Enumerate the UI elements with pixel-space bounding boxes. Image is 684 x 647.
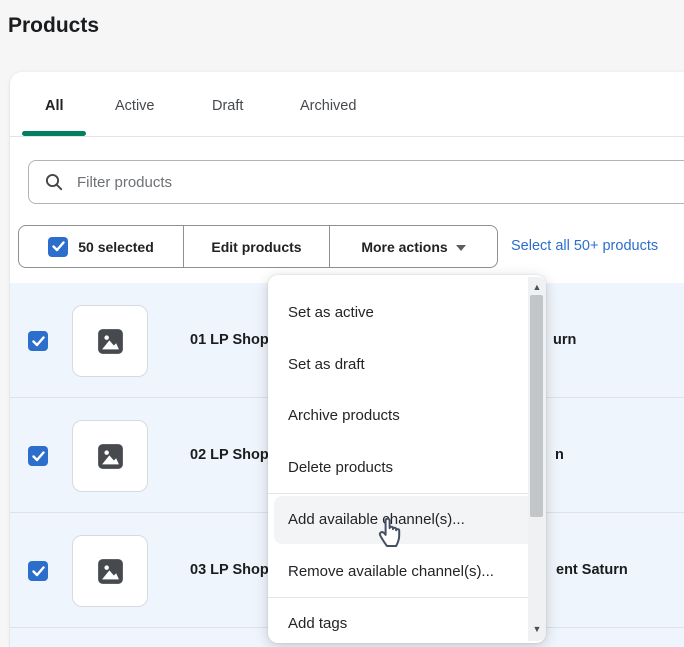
menu-item-add-available-channels[interactable]: Add available channel(s)... (268, 494, 528, 546)
menu-item-set-as-active[interactable]: Set as active (268, 287, 528, 339)
edit-products-label: Edit products (211, 239, 301, 255)
select-all-checkbox[interactable] (48, 237, 68, 257)
product-thumbnail (72, 420, 148, 492)
tab-bar: All Active Draft Archived (10, 72, 684, 136)
menu-item-set-as-draft[interactable]: Set as draft (268, 339, 528, 391)
menu-item-remove-available-channels[interactable]: Remove available channel(s)... (268, 546, 528, 598)
menu-item-archive-products[interactable]: Archive products (268, 390, 528, 442)
menu-scrollbar[interactable]: ▲ ▼ (528, 277, 546, 641)
image-placeholder-icon (97, 328, 124, 355)
filter-bar (28, 160, 684, 204)
edit-products-button[interactable]: Edit products (183, 226, 329, 267)
scrollbar-down-arrow-icon[interactable]: ▼ (528, 621, 546, 637)
row-3-checkbox[interactable] (28, 561, 48, 581)
menu-item-delete-products[interactable]: Delete products (268, 442, 528, 494)
menu-item-list: Set as active Set as draft Archive produ… (268, 275, 528, 643)
checkmark-icon (52, 241, 65, 252)
product-name: 03 LP Shop (190, 513, 269, 627)
scrollbar-up-arrow-icon[interactable]: ▲ (528, 279, 546, 295)
menu-item-add-tags[interactable]: Add tags (268, 598, 528, 643)
tab-all[interactable]: All (45, 98, 64, 114)
selected-count-label: 50 selected (78, 239, 154, 255)
product-thumbnail (72, 305, 148, 377)
checkmark-icon (32, 566, 45, 577)
page-title: Products (8, 14, 99, 38)
product-name: 02 LP Shop (190, 398, 269, 512)
select-all-products-link[interactable]: Select all 50+ products (511, 238, 658, 254)
more-actions-menu: Set as active Set as draft Archive produ… (268, 275, 546, 643)
image-placeholder-icon (97, 443, 124, 470)
bulk-actions-bar: 50 selected Edit products More actions (18, 225, 498, 268)
products-page: Products All Active Draft Archived 50 se… (0, 0, 684, 647)
product-name-fragment: urn (553, 283, 576, 397)
product-thumbnail (72, 535, 148, 607)
tab-active[interactable]: Active (115, 98, 155, 114)
filter-products-input[interactable] (28, 160, 684, 204)
product-name: 01 LP Shop (190, 283, 269, 397)
image-placeholder-icon (97, 558, 124, 585)
chevron-down-icon (456, 245, 466, 251)
product-name-fragment: n (555, 398, 564, 512)
tab-archived[interactable]: Archived (300, 98, 356, 114)
row-1-checkbox[interactable] (28, 331, 48, 351)
row-2-checkbox[interactable] (28, 446, 48, 466)
selected-count-button[interactable]: 50 selected (19, 226, 183, 267)
more-actions-label: More actions (361, 239, 447, 255)
more-actions-button[interactable]: More actions (329, 226, 497, 267)
product-name-fragment: ent Saturn (556, 513, 628, 627)
scrollbar-thumb[interactable] (530, 295, 543, 517)
checkmark-icon (32, 451, 45, 462)
checkmark-icon (32, 336, 45, 347)
tabs-divider (10, 136, 684, 137)
tab-draft[interactable]: Draft (212, 98, 243, 114)
